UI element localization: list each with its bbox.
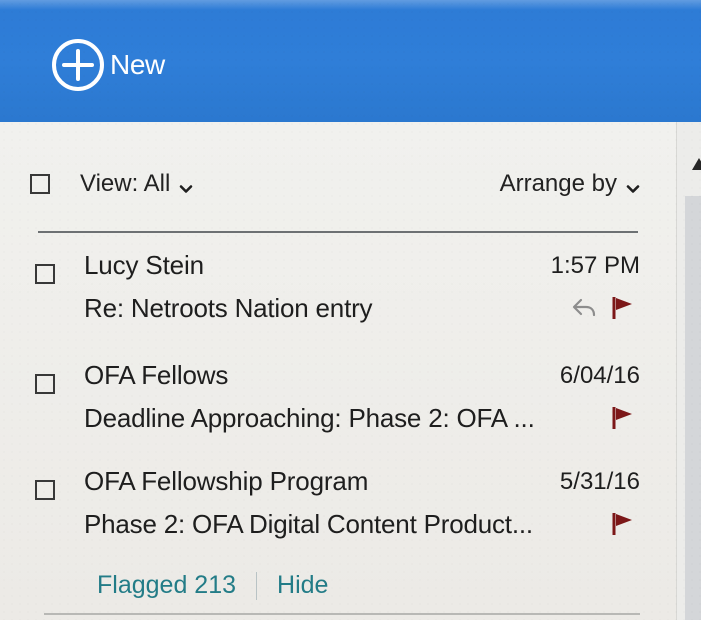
message-icons (569, 294, 637, 322)
mail-window: New View: All Arrange by Lucy Stein 1:57… (0, 0, 701, 620)
flagged-count-link[interactable]: Flagged 213 (97, 571, 236, 600)
message-subject: Phase 2: OFA Digital Content Product... (84, 509, 533, 539)
message-row[interactable]: Lucy Stein 1:57 PM Re: Netroots Nation e… (33, 246, 640, 336)
message-subject: Re: Netroots Nation entry (84, 293, 373, 323)
flag-icon[interactable] (609, 404, 637, 432)
message-checkbox[interactable] (35, 264, 55, 284)
flag-icon[interactable] (609, 510, 637, 538)
footer-links: Flagged 213 Hide (97, 571, 328, 600)
message-sender: Lucy Stein (84, 250, 204, 280)
message-row[interactable]: OFA Fellows 6/04/16 Deadline Approaching… (33, 356, 640, 446)
message-checkbox[interactable] (35, 480, 55, 500)
message-date: 6/04/16 (559, 362, 640, 389)
footer-separator (256, 571, 258, 600)
message-sender: OFA Fellowship Program (84, 466, 369, 496)
message-list: Lucy Stein 1:57 PM Re: Netroots Nation e… (0, 0, 676, 620)
scrollbar-track[interactable] (685, 196, 701, 620)
hide-link[interactable]: Hide (277, 571, 328, 600)
message-subject: Deadline Approaching: Phase 2: OFA ... (84, 403, 535, 433)
flag-icon[interactable] (609, 294, 637, 322)
scroll-up-icon[interactable] (692, 158, 701, 170)
vertical-scrollbar[interactable] (676, 122, 701, 620)
reply-icon (569, 295, 599, 321)
message-checkbox[interactable] (35, 374, 55, 394)
message-time: 1:57 PM (550, 252, 640, 279)
message-icons (609, 404, 637, 432)
message-row[interactable]: OFA Fellowship Program 5/31/16 Phase 2: … (33, 462, 640, 552)
bottom-divider (44, 613, 640, 615)
message-icons (609, 510, 637, 538)
message-date: 5/31/16 (559, 468, 640, 495)
message-sender: OFA Fellows (84, 360, 229, 390)
